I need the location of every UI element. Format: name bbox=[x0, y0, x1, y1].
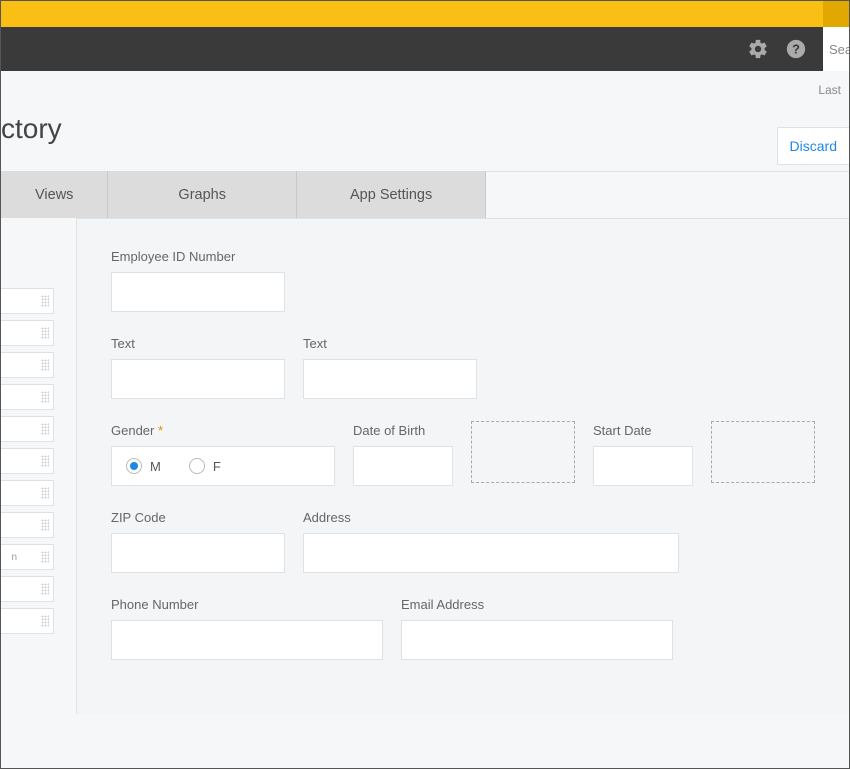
employee-id-label: Employee ID Number bbox=[111, 249, 285, 264]
list-item[interactable] bbox=[1, 288, 54, 314]
nav-bar: ? Sea bbox=[1, 27, 849, 71]
gender-radio-f[interactable]: F bbox=[189, 458, 221, 474]
tab-views[interactable]: Views bbox=[1, 171, 108, 218]
gender-label: Gender * bbox=[111, 423, 335, 438]
phone-input[interactable] bbox=[111, 620, 383, 660]
text2-input[interactable] bbox=[303, 359, 477, 399]
list-item[interactable] bbox=[1, 512, 54, 538]
tab-graphs[interactable]: Graphs bbox=[108, 171, 297, 218]
tab-bar: Views Graphs App Settings bbox=[1, 171, 849, 218]
email-label: Email Address bbox=[401, 597, 673, 612]
left-items-list: n bbox=[1, 218, 54, 714]
employee-id-input[interactable] bbox=[111, 272, 285, 312]
text1-label: Text bbox=[111, 336, 285, 351]
list-item[interactable] bbox=[1, 480, 54, 506]
discard-button[interactable]: Discard bbox=[777, 127, 849, 165]
svg-text:?: ? bbox=[792, 42, 800, 57]
address-label: Address bbox=[303, 510, 679, 525]
dob-label: Date of Birth bbox=[353, 423, 453, 438]
brand-bar bbox=[1, 1, 849, 27]
radio-icon bbox=[189, 458, 205, 474]
help-icon[interactable]: ? bbox=[785, 38, 807, 60]
header-region: Last ctory Discard bbox=[1, 71, 849, 163]
list-item[interactable] bbox=[1, 576, 54, 602]
address-input[interactable] bbox=[303, 533, 679, 573]
dob-input[interactable] bbox=[353, 446, 453, 486]
text1-input[interactable] bbox=[111, 359, 285, 399]
zip-input[interactable] bbox=[111, 533, 285, 573]
gear-icon[interactable] bbox=[747, 38, 769, 60]
start-date-input[interactable] bbox=[593, 446, 693, 486]
brand-bar-tab bbox=[823, 1, 849, 27]
page-title: ctory bbox=[1, 113, 849, 145]
list-item[interactable] bbox=[1, 320, 54, 346]
radio-icon bbox=[126, 458, 142, 474]
drop-zone[interactable] bbox=[471, 421, 575, 483]
list-item[interactable] bbox=[1, 448, 54, 474]
search-placeholder: Sea bbox=[829, 42, 849, 57]
tab-blank-area bbox=[486, 171, 849, 218]
list-item[interactable] bbox=[1, 416, 54, 442]
gender-radio-group: M F bbox=[111, 446, 335, 486]
start-date-label: Start Date bbox=[593, 423, 693, 438]
zip-label: ZIP Code bbox=[111, 510, 285, 525]
list-item[interactable]: n bbox=[1, 544, 54, 570]
gender-radio-m[interactable]: M bbox=[126, 458, 161, 474]
form-panel: Employee ID Number Text Text Gender * M bbox=[76, 218, 849, 714]
last-saved-label: Last bbox=[818, 83, 841, 97]
tab-app-settings[interactable]: App Settings bbox=[297, 171, 486, 218]
list-item[interactable] bbox=[1, 384, 54, 410]
email-input[interactable] bbox=[401, 620, 673, 660]
search-input[interactable]: Sea bbox=[823, 27, 849, 71]
drop-zone[interactable] bbox=[711, 421, 815, 483]
text2-label: Text bbox=[303, 336, 477, 351]
phone-label: Phone Number bbox=[111, 597, 383, 612]
list-item[interactable] bbox=[1, 352, 54, 378]
list-item[interactable] bbox=[1, 608, 54, 634]
